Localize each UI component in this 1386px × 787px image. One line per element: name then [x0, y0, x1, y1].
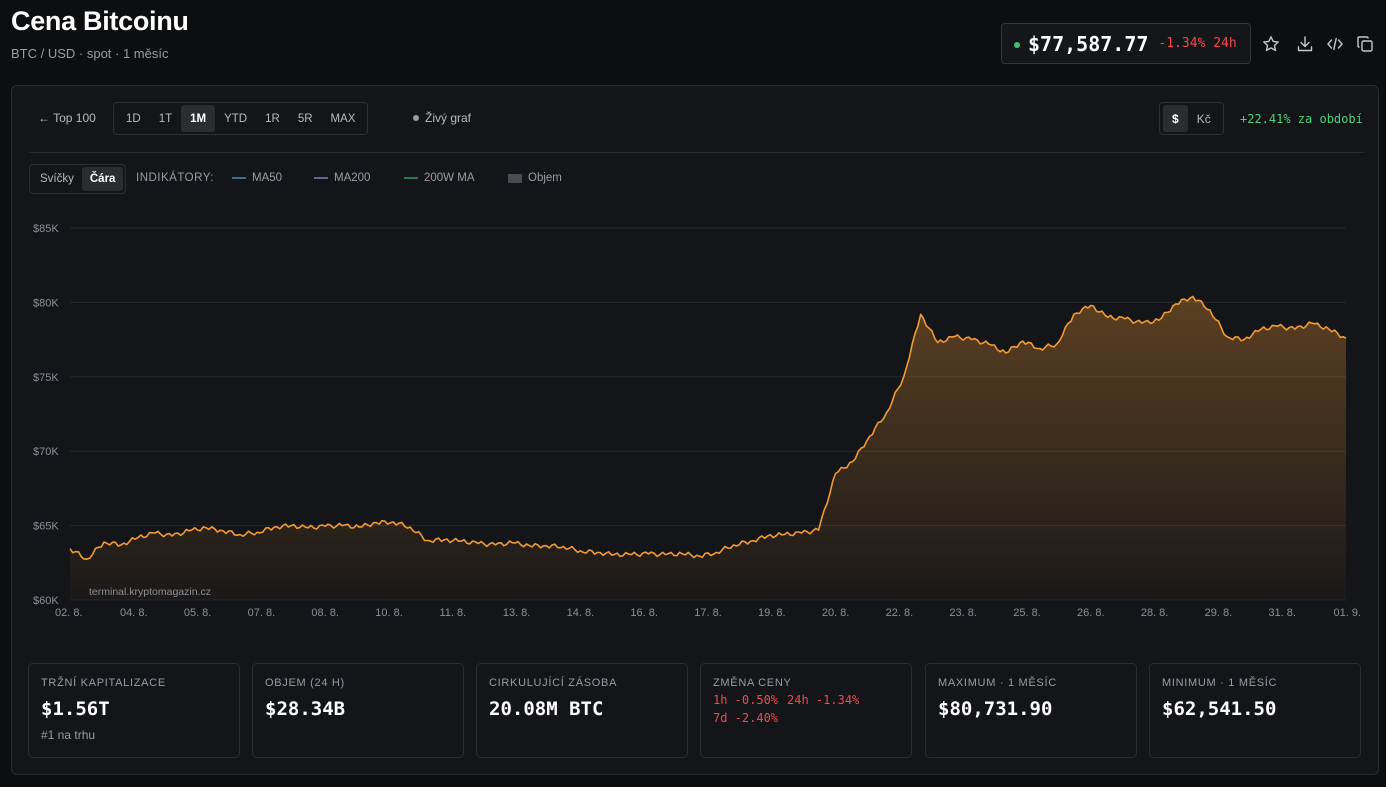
x-tick-label: 08. 8.	[311, 607, 339, 619]
price-chart[interactable]: $85K $80K $75K $70K $65K $60K02. 8. 04. 8. 05. …	[0, 0, 1386, 640]
x-tick-label: 04. 8.	[120, 607, 148, 619]
x-tick-label: 31. 8.	[1268, 607, 1296, 619]
stat-price-change: ZMĚNA CENY 1h -0.50% 24h -1.34% 7d -2.40%	[700, 663, 912, 758]
y-tick-label: $65K	[33, 521, 59, 533]
x-tick-label: 07. 8.	[248, 607, 276, 619]
chart-watermark: terminal.kryptomagazin.cz	[89, 586, 211, 598]
change-24h: 24h -1.34%	[787, 693, 860, 707]
stat-label: MAXIMUM · 1 MĚSÍC	[938, 677, 1057, 689]
stat-value: $80,731.90	[938, 698, 1053, 720]
x-tick-label: 10. 8.	[375, 607, 403, 619]
stat-value: $28.34B	[265, 698, 346, 720]
x-tick-label: 13. 8.	[503, 607, 531, 619]
stat-label: OBJEM (24 H)	[265, 677, 345, 689]
x-tick-label: 26. 8.	[1077, 607, 1105, 619]
stat-label: CIRKULUJÍCÍ ZÁSOBA	[489, 677, 618, 689]
y-tick-label: $70K	[33, 446, 59, 458]
x-tick-label: 05. 8.	[184, 607, 212, 619]
y-tick-label: $75K	[33, 372, 59, 384]
stat-sub: #1 na trhu	[41, 728, 96, 742]
stat-market-cap: TRŽNÍ KAPITALIZACE $1.56T #1 na trhu	[28, 663, 240, 758]
x-tick-label: 28. 8.	[1141, 607, 1169, 619]
y-tick-label: $60K	[33, 595, 59, 607]
change-1h: 1h -0.50%	[713, 693, 779, 707]
x-tick-label: 20. 8.	[822, 607, 850, 619]
stat-volume-24h: OBJEM (24 H) $28.34B	[252, 663, 464, 758]
stat-label: MINIMUM · 1 MĚSÍC	[1162, 677, 1278, 689]
x-tick-label: 25. 8.	[1013, 607, 1041, 619]
x-tick-label: 01. 9.	[1333, 607, 1361, 619]
x-tick-label: 11. 8.	[439, 607, 466, 619]
x-tick-label: 29. 8.	[1205, 607, 1233, 619]
change-7d: 7d -2.40%	[713, 711, 779, 725]
stat-circulating-supply: CIRKULUJÍCÍ ZÁSOBA 20.08M BTC	[476, 663, 688, 758]
price-area-fill	[70, 296, 1346, 600]
x-tick-label: 16. 8.	[630, 607, 658, 619]
stat-value: $1.56T	[41, 698, 110, 720]
x-tick-label: 19. 8.	[758, 607, 786, 619]
stat-month-min: MINIMUM · 1 MĚSÍC $62,541.50	[1149, 663, 1361, 758]
x-tick-label: 23. 8.	[949, 607, 977, 619]
price-change-line: 7d -2.40%	[713, 711, 899, 725]
x-tick-label: 22. 8.	[886, 607, 914, 619]
stat-label: ZMĚNA CENY	[713, 677, 792, 689]
price-change-line: 1h -0.50% 24h -1.34%	[713, 693, 899, 707]
stat-label: TRŽNÍ KAPITALIZACE	[41, 677, 166, 689]
stat-value: 20.08M BTC	[489, 698, 604, 720]
x-tick-label: 14. 8.	[567, 607, 595, 619]
x-tick-label: 17. 8.	[694, 607, 722, 619]
y-tick-label: $80K	[33, 297, 59, 309]
stat-month-max: MAXIMUM · 1 MĚSÍC $80,731.90	[925, 663, 1137, 758]
x-tick-label: 02. 8.	[55, 607, 83, 619]
stat-value: $62,541.50	[1162, 698, 1277, 720]
y-tick-label: $85K	[33, 223, 59, 235]
